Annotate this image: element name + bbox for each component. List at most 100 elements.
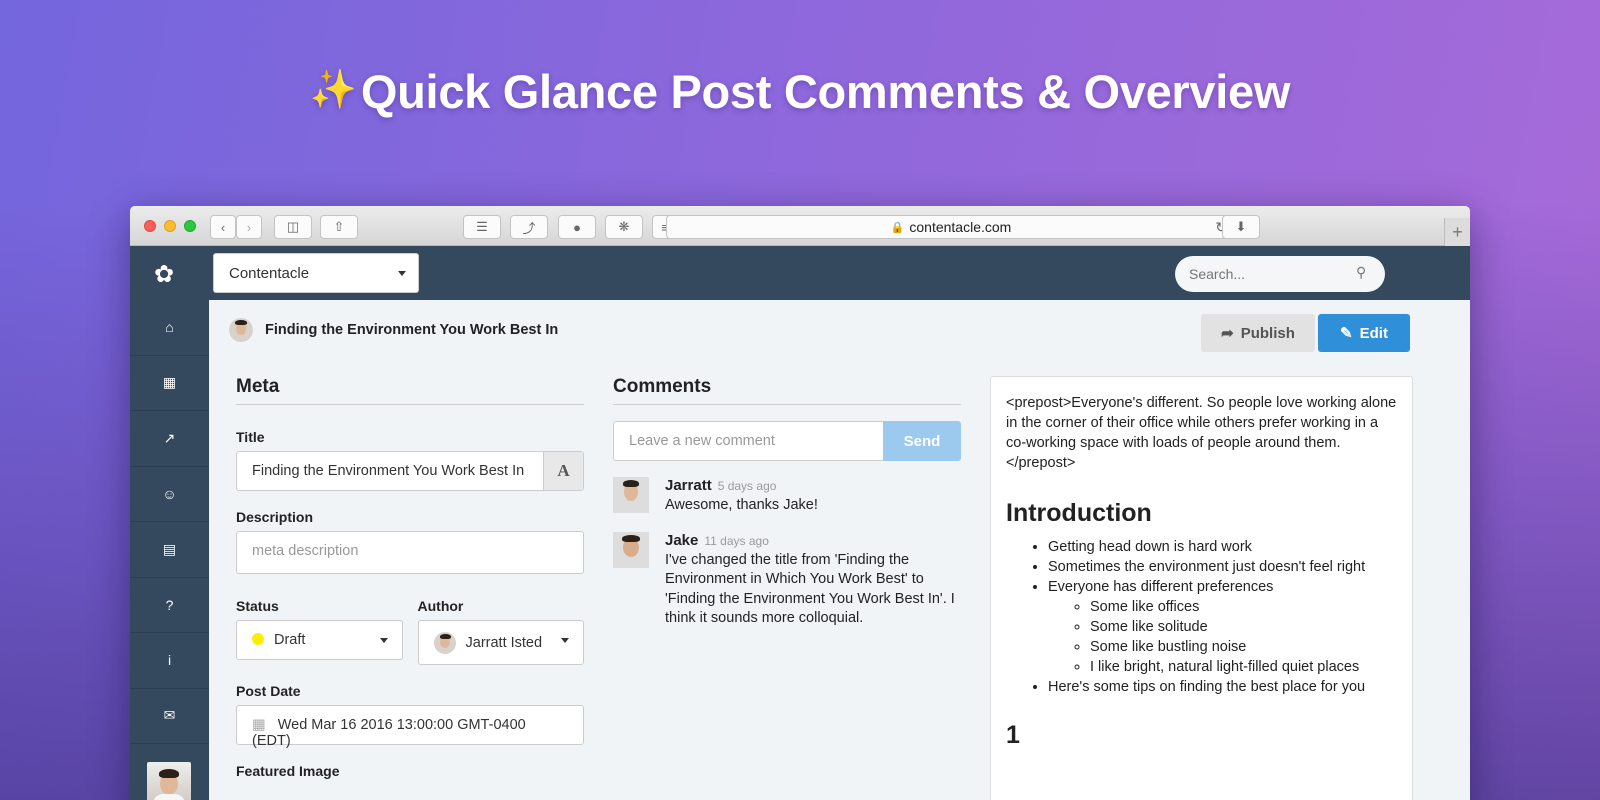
new-tab-icon[interactable]: + — [1444, 218, 1470, 246]
publish-label: Publish — [1240, 324, 1295, 342]
hero-title: Quick Glance Post Comments & Overview — [360, 65, 1291, 118]
edit-button[interactable]: ✎ Edit — [1318, 314, 1410, 352]
posts-icon[interactable]: ▤ — [130, 522, 209, 578]
title-field[interactable]: Finding the Environment You Work Best In… — [236, 451, 584, 491]
post-date-field[interactable]: ▦ Wed Mar 16 2016 13:00:00 GMT-0400 (EDT) — [236, 705, 584, 749]
calendar-icon: ▦ — [252, 717, 266, 733]
close-window-button[interactable] — [144, 220, 156, 232]
list-item-text: Everyone has different preferences — [1048, 579, 1274, 595]
site-selector-value: Contentacle — [229, 265, 310, 282]
chat-icon[interactable]: ✉ — [130, 689, 209, 744]
author-select[interactable]: Jarratt Isted — [417, 620, 584, 665]
app-logo-icon[interactable]: ✿ — [154, 260, 174, 289]
post-header: Finding the Environment You Work Best In — [229, 318, 558, 342]
list-item: Sometimes the environment just doesn't f… — [1048, 557, 1397, 577]
comment-author: Jarratt — [665, 477, 712, 494]
edit-icon: ✎ — [1340, 325, 1353, 342]
site-selector[interactable]: Contentacle — [213, 253, 419, 293]
author-avatar — [433, 631, 456, 654]
address-bar[interactable]: 🔒contentacle.com↻ — [666, 215, 1236, 239]
status-select[interactable]: Draft — [236, 620, 403, 660]
comment-author: Jake — [665, 531, 699, 549]
post-author-avatar — [229, 318, 253, 342]
comment-item: Jake 11 days ago I've changed the title f… — [613, 531, 961, 629]
status-indicator — [252, 633, 264, 645]
help-icon[interactable]: ? — [130, 578, 209, 633]
comment-text: Awesome, thanks Jake! — [665, 497, 818, 513]
maximize-window-button[interactable] — [184, 220, 196, 232]
post-preview: <prepost>Everyone's different. So people… — [990, 376, 1413, 800]
list-item: Here's some tips on finding the best pla… — [1048, 677, 1397, 697]
browser-toolbar: ‹ › ◫ ⇧ ☰ ⤴ ● ❋ ≡ 🔒contentacle.com↻ ⬇ + — [130, 206, 1470, 246]
back-icon[interactable]: ‹ — [210, 215, 236, 239]
info-icon[interactable]: i — [130, 633, 209, 689]
forward-icon[interactable]: › — [236, 215, 262, 239]
hero-heading: ✨Quick Glance Post Comments & Overview — [0, 64, 1600, 119]
share-arrow-icon: ➦ — [1221, 325, 1234, 342]
meta-panel: Meta Title Finding the Environment You W… — [236, 376, 584, 785]
comment-time: 5 days ago — [717, 479, 777, 493]
description-label: Description — [236, 509, 314, 525]
post-title: Finding the Environment You Work Best In — [265, 322, 559, 338]
calendar-icon[interactable]: ▦ — [130, 356, 209, 411]
bullet-list: Getting head down is hard work Sometimes… — [1048, 537, 1397, 697]
commenter-avatar — [613, 477, 649, 513]
list-item: Everyone has different preferences Some … — [1048, 577, 1397, 677]
list-item: Some like bustling noise — [1090, 637, 1397, 657]
meta-heading: Meta — [236, 376, 584, 405]
sub-bullet-list: Some like offices Some like solitude Som… — [1090, 597, 1397, 677]
chevron-down-icon — [379, 638, 388, 643]
minimize-window-button[interactable] — [164, 220, 176, 232]
commenter-avatar — [613, 531, 649, 568]
publish-button[interactable]: ➦ Publish — [1201, 314, 1315, 352]
intro-heading: Introduction — [1006, 499, 1152, 527]
send-button[interactable]: Send — [883, 421, 961, 461]
font-format-icon[interactable]: A — [543, 452, 583, 490]
comment-text: I've changed the title from 'Finding the… — [665, 551, 955, 627]
sidebar: ⌂ ▦ ↗ ☺ ▤ ? i ✉ — [130, 300, 209, 800]
flower-extension-icon[interactable]: ❋ — [605, 215, 643, 239]
comment-input[interactable]: Leave a new comment — [613, 421, 883, 461]
downloads-icon[interactable]: ⬇ — [1222, 215, 1260, 239]
pen-extension-icon[interactable]: ⤴ — [510, 215, 548, 239]
lock-icon: 🔒 — [890, 221, 905, 234]
edit-label: Edit — [1359, 324, 1388, 342]
list-item: Getting head down is hard work — [1048, 537, 1397, 557]
comments-heading: Comments — [613, 376, 961, 405]
users-icon[interactable]: ☺ — [130, 467, 209, 522]
sparkle-icon: ✨ — [309, 69, 357, 111]
layers-extension-icon[interactable]: ☰ — [463, 215, 501, 239]
list-item: I like bright, natural light-filled quie… — [1090, 657, 1397, 677]
main-content: Finding the Environment You Work Best In… — [209, 300, 1470, 800]
post-date-label: Post Date — [236, 683, 301, 699]
app-header: ✿ Contentacle ⚲ — [130, 246, 1470, 300]
url-text: contentacle.com — [909, 219, 1012, 235]
prepost-text: <prepost>Everyone's different. So people… — [1006, 395, 1397, 471]
status-label: Status — [236, 598, 279, 614]
title-label: Title — [236, 429, 265, 445]
share-icon[interactable]: ⇧ — [320, 215, 358, 239]
user-avatar[interactable] — [147, 762, 191, 800]
chevron-down-icon — [561, 638, 569, 643]
search-icon: ⚲ — [1356, 264, 1367, 280]
description-field[interactable]: meta description — [236, 531, 584, 574]
section-number: 1 — [1006, 721, 1020, 749]
comments-panel: Comments Leave a new comment Send Jarrat… — [613, 376, 961, 629]
home-icon[interactable]: ⌂ — [130, 300, 209, 356]
comment-item: Jarratt 5 days ago Awesome, thanks Jake! — [613, 477, 961, 516]
post-date-value: Wed Mar 16 2016 13:00:00 GMT-0400 (EDT) — [252, 717, 526, 749]
browser-window: ‹ › ◫ ⇧ ☰ ⤴ ● ❋ ≡ 🔒contentacle.com↻ ⬇ + … — [130, 206, 1470, 800]
grammarly-extension-icon[interactable]: ● — [558, 215, 596, 239]
sidebar-toggle-icon[interactable]: ◫ — [274, 215, 312, 239]
author-value: Jarratt Isted — [465, 634, 543, 651]
chevron-down-icon — [398, 271, 406, 276]
list-item: Some like offices — [1090, 597, 1397, 617]
comment-time: 11 days ago — [704, 533, 769, 548]
description-placeholder: meta description — [252, 543, 359, 559]
search-input[interactable] — [1175, 256, 1385, 292]
title-value: Finding the Environment You Work Best In — [252, 463, 525, 479]
analytics-icon[interactable]: ↗ — [130, 411, 209, 467]
featured-image-label: Featured Image — [236, 763, 340, 779]
author-label: Author — [417, 598, 464, 614]
status-value: Draft — [274, 632, 306, 648]
